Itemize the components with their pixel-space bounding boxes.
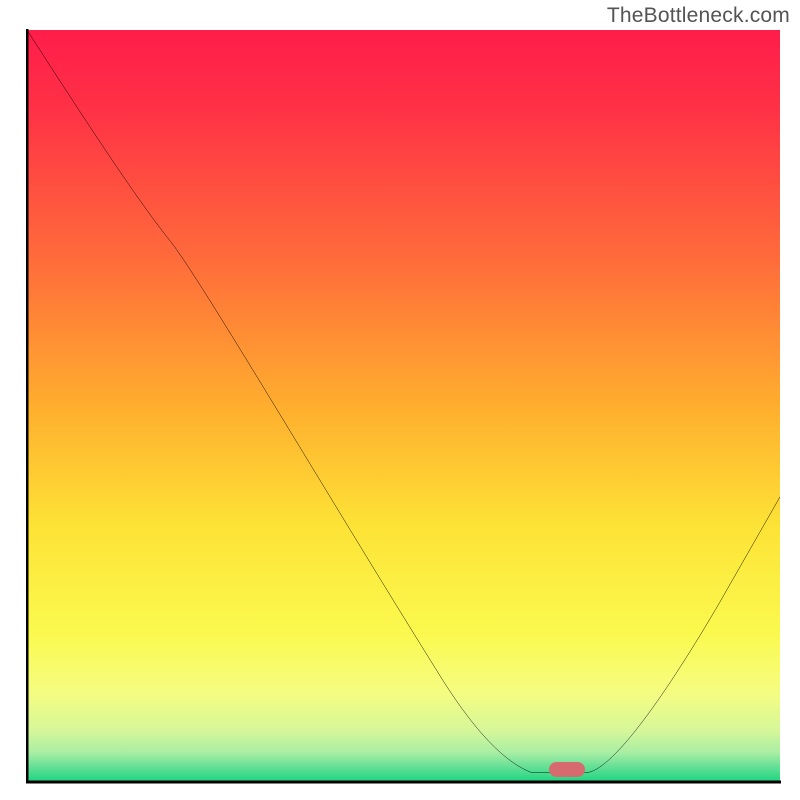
watermark-text: TheBottleneck.com (607, 4, 790, 28)
chart-container: TheBottleneck.com (0, 0, 800, 800)
optimal-marker (549, 762, 585, 777)
bottleneck-curve (27, 30, 780, 783)
plot-area (27, 30, 780, 783)
